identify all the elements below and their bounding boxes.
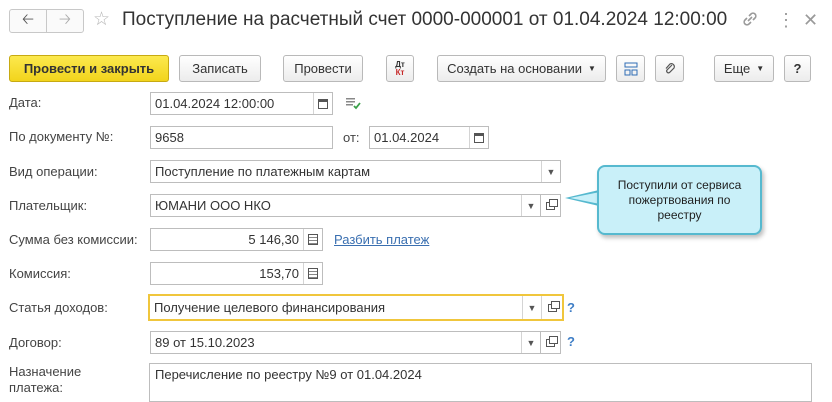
link-icon[interactable] bbox=[741, 10, 759, 34]
dt-kt-button[interactable]: Дт Кт bbox=[386, 55, 414, 82]
more-button[interactable]: Еще ▼ bbox=[714, 55, 774, 82]
paperclip-icon bbox=[665, 62, 675, 73]
save-button[interactable]: Записать bbox=[179, 55, 261, 82]
amount-field[interactable]: 5 146,30 bbox=[150, 228, 323, 251]
dt-kt-icon: Дт Кт bbox=[395, 59, 405, 77]
date-field[interactable]: 01.04.2024 12:00:00 bbox=[150, 92, 333, 115]
chevron-down-icon: ▼ bbox=[587, 64, 596, 73]
calculator-icon[interactable] bbox=[303, 229, 322, 250]
commission-field[interactable]: 153,70 bbox=[150, 262, 323, 285]
open-payer-button[interactable] bbox=[541, 194, 561, 217]
operation-type-select[interactable]: Поступление по платежным картам ▼ bbox=[150, 160, 561, 183]
contract-select[interactable]: 89 от 15.10.2023 ▼ bbox=[150, 331, 541, 354]
page-title: Поступление на расчетный счет 0000-00000… bbox=[122, 9, 728, 30]
income-item-help[interactable]: ? bbox=[567, 300, 575, 315]
chevron-down-icon[interactable]: ▼ bbox=[522, 296, 541, 319]
create-based-on-button[interactable]: Создать на основании ▼ bbox=[437, 55, 606, 82]
chevron-down-icon: ▼ bbox=[756, 64, 765, 73]
doc-date-label: от: bbox=[343, 130, 360, 145]
more-label: Еще bbox=[723, 61, 751, 76]
arrow-left-icon[interactable]: 🡠 bbox=[10, 10, 46, 32]
close-icon[interactable]: ✕ bbox=[803, 10, 818, 30]
amount-label: Сумма без комиссии: bbox=[9, 232, 138, 247]
navigation-group: 🡠 🡢 bbox=[9, 9, 84, 33]
annotation-callout: Поступили от сервиса пожертвования по ре… bbox=[597, 165, 762, 235]
open-contract-button[interactable] bbox=[541, 331, 561, 354]
hierarchy-icon bbox=[624, 62, 637, 75]
callout-pointer-fill bbox=[570, 192, 600, 204]
open-income-item-button[interactable] bbox=[541, 296, 562, 319]
vertical-dots-icon[interactable]: ⋮ bbox=[777, 10, 795, 30]
chevron-down-icon[interactable]: ▼ bbox=[541, 161, 560, 182]
purpose-label-line2: платежа: bbox=[9, 380, 63, 395]
create-based-on-label: Создать на основании bbox=[447, 61, 582, 76]
star-icon[interactable]: ☆ bbox=[93, 9, 110, 31]
status-icon[interactable] bbox=[345, 96, 361, 113]
post-button[interactable]: Провести bbox=[283, 55, 363, 82]
calculator-icon[interactable] bbox=[303, 263, 322, 284]
operation-type-label: Вид операции: bbox=[9, 164, 98, 179]
structure-button[interactable] bbox=[616, 55, 645, 82]
doc-number-field[interactable]: 9658 bbox=[150, 126, 333, 149]
purpose-textarea[interactable]: Перечисление по реестру №9 от 01.04.2024 bbox=[149, 363, 812, 402]
calendar-icon[interactable] bbox=[469, 127, 488, 148]
contract-label: Договор: bbox=[9, 335, 62, 350]
payer-select[interactable]: ЮМАНИ ООО НКО ▼ bbox=[150, 194, 541, 217]
post-and-close-button[interactable]: Провести и закрыть bbox=[9, 55, 169, 82]
help-button[interactable]: ? bbox=[784, 55, 811, 82]
attach-button[interactable] bbox=[655, 55, 684, 82]
chevron-down-icon[interactable]: ▼ bbox=[521, 195, 540, 216]
open-icon bbox=[546, 198, 558, 210]
arrow-right-icon[interactable]: 🡢 bbox=[46, 10, 83, 32]
open-icon bbox=[546, 335, 558, 347]
date-label: Дата: bbox=[9, 95, 42, 110]
chevron-down-icon[interactable]: ▼ bbox=[521, 332, 540, 353]
commission-label: Комиссия: bbox=[9, 266, 71, 281]
payer-label: Плательщик: bbox=[9, 198, 88, 213]
income-item-select[interactable]: Получение целевого финансирования ▼ bbox=[148, 294, 564, 321]
contract-help[interactable]: ? bbox=[567, 334, 575, 349]
purpose-label-line1: Назначение bbox=[9, 364, 82, 379]
open-icon bbox=[547, 300, 560, 312]
calendar-icon[interactable] bbox=[313, 93, 332, 114]
doc-number-label: По документу №: bbox=[9, 129, 114, 144]
income-item-label: Статья доходов: bbox=[9, 300, 108, 315]
split-payment-link[interactable]: Разбить платеж bbox=[334, 232, 429, 247]
doc-date-field[interactable]: 01.04.2024 bbox=[369, 126, 489, 149]
